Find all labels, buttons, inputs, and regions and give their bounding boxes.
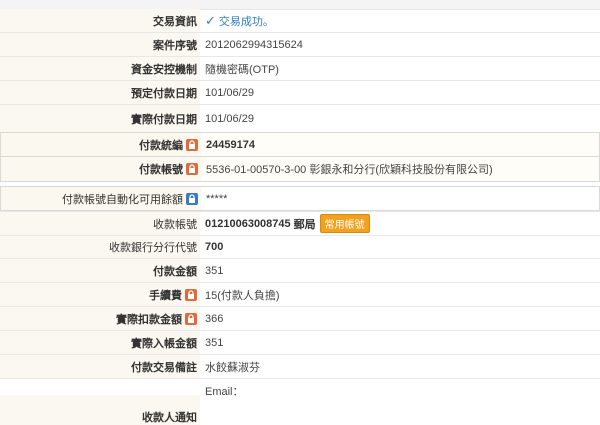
value-scheduled-date: 101/06/29 [205, 86, 254, 99]
transaction-details-table: 交易資訊 ✓ 交易成功。 案件序號 2012062994315624 資金安控機… [0, 9, 600, 425]
common-account-badge[interactable]: 常用帳號 [319, 214, 370, 233]
row-payment-amount: 付款金額 351 [0, 259, 600, 283]
value-fee: 15(付款人負擔) [205, 289, 280, 302]
row-actual-deduction: 實際扣款金額 366 [0, 307, 600, 331]
lock-icon [185, 288, 197, 301]
label-fee: 手續費 [0, 283, 200, 306]
lock-icon [186, 138, 198, 151]
label-scheduled-date: 預定付款日期 [0, 81, 200, 104]
label-branch-code: 收款銀行分行代號 [0, 236, 200, 258]
value-actual-deduction: 366 [205, 312, 224, 325]
value-payment-amount: 351 [205, 264, 224, 277]
value-transaction-info: ✓ 交易成功。 [205, 9, 600, 32]
row-payee-account: 收款帳號 01210063008745 郵局 常用帳號 [0, 211, 600, 235]
row-actual-credit: 實際入帳金額 351 [0, 331, 600, 355]
value-actual-date: 101/06/29 [205, 112, 254, 125]
row-transaction-memo: 付款交易備註 水餃蘇淑芬 [0, 355, 600, 379]
row-transaction-info: 交易資訊 ✓ 交易成功。 [0, 9, 600, 33]
row-available-balance: 付款帳號自動化可用餘額 ***** [0, 186, 600, 211]
label-actual-credit: 實際入帳金額 [0, 331, 200, 354]
label-payer-tax-id: 付款統編 [1, 133, 201, 156]
label-transaction-info: 交易資訊 [0, 9, 200, 32]
label-available-balance: 付款帳號自動化可用餘額 [1, 187, 201, 210]
label-actual-deduction: 實際扣款金額 [0, 307, 200, 330]
label-payment-amount: 付款金額 [0, 259, 200, 282]
label-security-mechanism: 資金安控機制 [0, 57, 200, 80]
row-fee: 手續費 15(付款人負擔) [0, 283, 600, 307]
value-payer-tax-id: 24459174 [206, 138, 255, 151]
row-payer-account: 付款帳號 5536-01-00570-3-00 彰銀永和分行(欣穎科技股份有限公… [0, 157, 600, 182]
value-available-balance: ***** [206, 192, 228, 205]
value-payer-account: 5536-01-00570-3-00 彰銀永和分行(欣穎科技股份有限公司) [206, 164, 493, 176]
row-scheduled-date: 預定付款日期 101/06/29 [0, 81, 600, 105]
row-security-mechanism: 資金安控機制 隨機密碼(OTP) [0, 57, 600, 81]
value-payee-notify: Email： [205, 386, 244, 398]
label-transaction-memo: 付款交易備註 [0, 355, 200, 378]
value-payee-account: 01210063008745 郵局 常用帳號 [205, 212, 600, 235]
lock-icon [186, 163, 198, 175]
row-payee-notify: 收款人通知 Email： [0, 379, 600, 425]
label-payee-account: 收款帳號 [0, 212, 200, 235]
value-branch-code: 700 [205, 241, 224, 253]
lock-icon [185, 312, 197, 325]
check-icon: ✓ [205, 12, 216, 28]
label-case-number: 案件序號 [0, 33, 200, 56]
value-actual-credit: 351 [205, 336, 224, 349]
row-payer-tax-id: 付款統編 24459174 [0, 132, 600, 157]
row-case-number: 案件序號 2012062994315624 [0, 33, 600, 57]
label-payer-account: 付款帳號 [1, 157, 201, 181]
value-security-mechanism: 隨機密碼(OTP) [205, 63, 279, 76]
status-text: 交易成功。 [218, 15, 274, 28]
label-actual-date: 實際付款日期 [0, 105, 200, 132]
value-transaction-memo: 水餃蘇淑芬 [205, 361, 260, 374]
row-branch-code: 收款銀行分行代號 700 [0, 235, 600, 259]
value-case-number: 2012062994315624 [205, 38, 303, 51]
row-actual-date: 實際付款日期 101/06/29 [0, 105, 600, 132]
lock-icon [186, 192, 198, 205]
